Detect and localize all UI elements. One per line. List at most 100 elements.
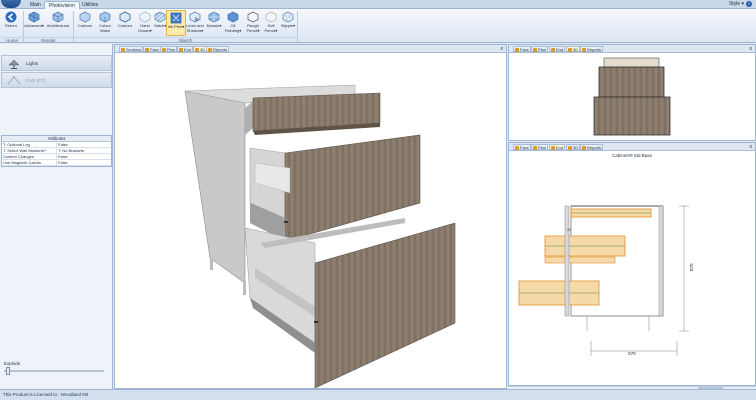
tab-sections[interactable]: Sections: [119, 46, 144, 52]
group-label-home: Home: [1, 37, 23, 43]
bottom-right-view-tabs: Face Plan End 3D Reports x: [509, 143, 755, 151]
return-icon: [5, 11, 17, 23]
tab-photovision[interactable]: Photovision: [44, 1, 80, 9]
face-view-pane[interactable]: Face Plan End 3D Reports x: [508, 44, 756, 141]
tab-face[interactable]: Face: [513, 144, 531, 150]
close-icon[interactable]: x: [750, 144, 753, 150]
return-label: Return: [4, 23, 17, 28]
close-icon[interactable]: x: [501, 46, 504, 52]
help-icon[interactable]: ?: [746, 1, 752, 7]
status-bar: This Product is Licensed to : Woodland K…: [0, 389, 756, 400]
architectural-button[interactable]: Architectural: [45, 10, 71, 36]
sections-icon: [121, 48, 125, 52]
tab-plan[interactable]: Plan: [160, 46, 178, 52]
tab-reports[interactable]: Reports: [206, 46, 230, 52]
ribbon: Return Advanced▾ Architectural Cartoon C…: [0, 9, 756, 43]
tab-main[interactable]: Main: [26, 1, 45, 9]
tab-end[interactable]: End: [549, 144, 566, 150]
lights-label: Lights: [26, 61, 39, 66]
reports-icon: [582, 146, 586, 150]
reports-icon: [208, 48, 212, 52]
mosaic-icon: [208, 11, 220, 23]
hatch-label: Hatch: [153, 23, 165, 28]
lamp-icon: [8, 59, 20, 69]
lines-and-shadow-label: Lines and Shadow: [186, 23, 204, 33]
tab-end-label: End: [184, 47, 192, 52]
attribute-name: Custom Changes: [2, 154, 57, 159]
3d-icon: [568, 146, 572, 150]
3d-icon: [568, 48, 572, 52]
oil-painting-button[interactable]: Oil Painting▾: [223, 10, 243, 36]
attribute-value[interactable]: T: No Brackets: [57, 148, 84, 153]
tab-3d[interactable]: 3D: [566, 46, 581, 52]
cartoon-label: Cartoon: [77, 23, 93, 28]
ink-print-button[interactable]: Ink Print▾: [166, 10, 186, 36]
colour-wash-button[interactable]: Colour Wash: [95, 10, 115, 36]
tab-plan-label: Plan: [538, 47, 547, 52]
ribbon-tab-bar: Main Photovision Utilities Style ▾?: [0, 0, 756, 9]
rough-pencil-button[interactable]: Rough Pencil▾: [243, 10, 263, 36]
tab-plan[interactable]: Plan: [531, 144, 549, 150]
explode-slider-thumb[interactable]: [6, 367, 10, 375]
tab-utilities[interactable]: Utilities: [78, 1, 102, 9]
tab-reports[interactable]: Reports: [580, 144, 604, 150]
app-window: Main Photovision Utilities Style ▾? Retu…: [0, 0, 756, 400]
tab-3d[interactable]: 3D: [566, 144, 581, 150]
width-dimension: 570: [628, 351, 636, 356]
advanced-button[interactable]: Advanced▾: [24, 10, 44, 36]
tab-end[interactable]: End: [549, 46, 566, 52]
tab-plan-label: Plan: [538, 145, 547, 150]
cad-panel-header[interactable]: CAD (F7): [1, 72, 112, 88]
attribute-value[interactable]: False: [57, 154, 68, 159]
reports-icon: [582, 48, 586, 52]
explode-label: Explode: [4, 361, 21, 366]
cabinet-face-render: [593, 57, 671, 136]
hatch-icon: [154, 11, 166, 23]
lines-and-shadow-button[interactable]: Lines and Shadow▾: [184, 10, 206, 36]
group-label-render: Render: [24, 37, 73, 43]
rough-pencil-label: Rough Pencil: [246, 23, 259, 33]
tab-face-label: Face: [520, 47, 529, 52]
tab-reports-label: Reports: [213, 47, 228, 52]
small-dimension: 10: [567, 228, 571, 232]
left-panel: Lights CAD (F7) Attributes T: Optional L…: [0, 44, 113, 389]
tab-end[interactable]: End: [177, 46, 194, 52]
contour-icon: [119, 11, 131, 23]
attribute-value[interactable]: False: [57, 142, 68, 147]
mosaic-label: Mosaic: [206, 23, 220, 28]
cartoon-button[interactable]: Cartoon: [75, 10, 95, 36]
3d-icon: [195, 48, 199, 52]
cad-label: CAD (F7): [26, 78, 45, 83]
rough-pencil-icon: [247, 11, 259, 23]
advanced-render-icon: [28, 11, 40, 23]
soft-pencil-label: Soft Pencil: [264, 23, 276, 33]
return-button[interactable]: Return: [1, 10, 21, 36]
stipple-button[interactable]: Stipple▾: [278, 10, 298, 36]
lights-panel-header[interactable]: Lights: [1, 55, 112, 71]
tab-face-label: Face: [520, 145, 529, 150]
tab-end-label: End: [556, 47, 564, 52]
main-3d-view[interactable]: Sections Face Plan End 3D Reports x: [114, 44, 507, 389]
style-label: Style: [728, 1, 741, 7]
face-icon: [515, 146, 519, 150]
mosaic-button[interactable]: Mosaic▾: [204, 10, 224, 36]
colour-wash-label: Colour Wash: [99, 23, 111, 33]
contour-button[interactable]: Contour: [115, 10, 135, 36]
close-icon[interactable]: x: [750, 46, 753, 52]
end-icon: [551, 48, 555, 52]
attribute-row[interactable]: Use Magnetic Catchs False: [2, 160, 111, 166]
tab-reports[interactable]: Reports: [580, 46, 604, 52]
end-view-pane[interactable]: Face Plan End 3D Reports x Cabinet#0 Std…: [508, 142, 756, 386]
explode-slider-track[interactable]: [4, 370, 104, 372]
application-menu-button[interactable]: [1, 0, 21, 8]
tab-face[interactable]: Face: [143, 46, 161, 52]
hand-drawn-label: Hand Drawn: [138, 23, 150, 33]
tab-3d[interactable]: 3D: [193, 46, 208, 52]
tab-reports-label: Reports: [587, 47, 602, 52]
tab-plan[interactable]: Plan: [531, 46, 549, 52]
style-menu[interactable]: Style ▾?: [729, 1, 752, 8]
attribute-value[interactable]: False: [57, 160, 68, 165]
architectural-label: Architectural: [46, 23, 70, 28]
plan-icon: [533, 48, 537, 52]
tab-face[interactable]: Face: [513, 46, 531, 52]
